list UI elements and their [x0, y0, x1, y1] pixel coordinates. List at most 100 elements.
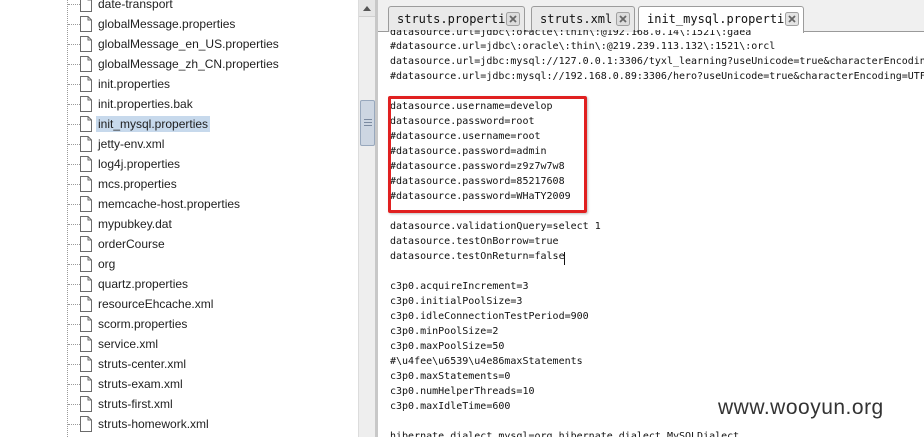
file-icon — [80, 136, 92, 152]
tree-item-label: struts-exam.xml — [98, 377, 183, 391]
tree-item-label: init.properties.bak — [98, 97, 193, 111]
close-icon[interactable] — [616, 12, 630, 26]
tree-item[interactable]: init.properties — [0, 74, 358, 94]
tree-item-label: jetty-env.xml — [98, 137, 165, 151]
editor-tab-bar: struts.properties struts.xml init_mysql.… — [378, 0, 924, 33]
file-icon — [80, 356, 92, 372]
tree-item[interactable]: struts-homework.xml — [0, 414, 358, 434]
code-line: c3p0.initialPoolSize=3 — [390, 296, 523, 307]
code-line: #datasource.url=jdbc:mysql://192.168.0.8… — [390, 71, 924, 82]
file-icon — [80, 56, 92, 72]
tree-item-label: orderCourse — [98, 237, 165, 251]
scroll-up-icon[interactable] — [359, 0, 375, 17]
file-icon — [80, 276, 92, 292]
tree-item-label: globalMessage_zh_CN.properties — [98, 57, 279, 71]
tree-item[interactable]: mypubkey.dat — [0, 214, 358, 234]
tab-struts-xml[interactable]: struts.xml — [531, 6, 635, 32]
tree-item-label: globalMessage_en_US.properties — [98, 37, 279, 51]
tree-item[interactable]: scorm.properties — [0, 314, 358, 334]
tree-item[interactable]: jetty-env.xml — [0, 134, 358, 154]
tree-item-label: init.properties — [98, 77, 171, 91]
file-icon — [80, 416, 92, 432]
tree-item[interactable]: globalMessage.properties — [0, 14, 358, 34]
file-icon — [80, 216, 92, 232]
close-icon[interactable] — [506, 12, 520, 26]
tree-item-label: struts-homework.xml — [98, 417, 209, 431]
tree-item-label: struts-center.xml — [98, 357, 187, 371]
tree-item[interactable]: resourceEhcache.xml — [0, 294, 358, 314]
code-line: datasource.validationQuery=select 1 — [390, 221, 601, 232]
file-icon — [80, 176, 92, 192]
tree-item[interactable]: date-transport — [0, 0, 358, 14]
file-icon — [80, 0, 92, 12]
tree-item[interactable]: init.properties.bak — [0, 94, 358, 114]
tree-item[interactable]: mcs.properties — [0, 174, 358, 194]
close-icon[interactable] — [785, 12, 799, 26]
editor-pane: struts.properties struts.xml init_mysql.… — [375, 0, 924, 437]
file-icon — [80, 76, 92, 92]
code-line: c3p0.maxPoolSize=50 — [390, 341, 505, 352]
file-icon — [80, 336, 92, 352]
file-icon — [80, 396, 92, 412]
tab-init-mysql-properties[interactable]: init_mysql.properties — [638, 6, 804, 33]
tree-item[interactable]: orderCourse — [0, 234, 358, 254]
code-line: c3p0.idleConnectionTestPeriod=900 — [390, 311, 589, 322]
code-line: datasource.testOnBorrow=true — [390, 236, 559, 247]
tree-item[interactable]: org — [0, 254, 358, 274]
file-icon — [80, 96, 92, 112]
code-line: datasource.url=jdbc:mysql://127.0.0.1:33… — [390, 56, 924, 67]
tree-item[interactable]: struts-center.xml — [0, 354, 358, 374]
tree-item[interactable]: init_mysql.properties — [0, 114, 358, 134]
code-line: datasource.testOnReturn=false — [390, 251, 565, 262]
code-line: c3p0.maxStatements=0 — [390, 371, 511, 382]
tree-list: date-transport globalMessage.properties gl… — [0, 0, 358, 434]
tab-struts-properties[interactable]: struts.properties — [388, 6, 525, 32]
tree-item-label: date-transport — [98, 0, 173, 11]
tree-item-label: init_mysql.properties — [96, 116, 211, 132]
file-icon — [80, 156, 92, 172]
file-icon — [80, 296, 92, 312]
tree-item[interactable]: memcache-host.properties — [0, 194, 358, 214]
code-text-area[interactable]: datasource.url=jdbc\:oracle\:thin\:@192.… — [390, 30, 924, 437]
scrollbar-thumb[interactable] — [360, 100, 375, 146]
code-line: #\u4fee\u6539\u4e86maxStatements — [390, 356, 583, 367]
file-tree: date-transport globalMessage.properties gl… — [0, 0, 358, 437]
tree-item[interactable]: log4j.properties — [0, 154, 358, 174]
tree-item-label: log4j.properties — [98, 157, 181, 171]
file-icon — [80, 316, 92, 332]
tree-item[interactable]: quartz.properties — [0, 274, 358, 294]
tree-item-label: resourceEhcache.xml — [98, 297, 214, 311]
tree-item[interactable]: globalMessage_zh_CN.properties — [0, 54, 358, 74]
tree-item[interactable]: struts-first.xml — [0, 394, 358, 414]
code-line: c3p0.acquireIncrement=3 — [390, 281, 529, 292]
tree-item[interactable]: struts-exam.xml — [0, 374, 358, 394]
file-icon — [80, 376, 92, 392]
tree-item-label: mcs.properties — [98, 177, 177, 191]
tree-item-label: globalMessage.properties — [98, 17, 236, 31]
tree-item-label: mypubkey.dat — [98, 217, 172, 231]
file-icon — [80, 16, 92, 32]
tree-item-label: struts-first.xml — [98, 397, 173, 411]
tree-item-label: memcache-host.properties — [98, 197, 241, 211]
tree-item-label: scorm.properties — [98, 317, 188, 331]
tab-label: struts.properties — [397, 12, 520, 26]
tab-label: struts.xml — [540, 12, 613, 26]
tree-item-label: quartz.properties — [98, 277, 189, 291]
file-icon — [80, 116, 92, 132]
watermark: www.wooyun.org — [718, 396, 884, 419]
tree-item[interactable]: globalMessage_en_US.properties — [0, 34, 358, 54]
file-icon — [80, 36, 92, 52]
file-icon — [80, 256, 92, 272]
tab-label: init_mysql.properties — [647, 12, 799, 26]
tree-scrollbar[interactable] — [358, 0, 375, 437]
file-icon — [80, 236, 92, 252]
text-caret — [564, 252, 565, 265]
tree-item[interactable]: service.xml — [0, 334, 358, 354]
code-line: hibernate.dialect.mysql=org.hibernate.di… — [390, 431, 740, 437]
code-line: datasource.url=jdbc\:oracle\:thin\:@192.… — [390, 30, 752, 38]
credentials-highlight-box — [388, 96, 587, 213]
code-line: #datasource.url=jdbc\:oracle\:thin\:@219… — [390, 41, 776, 52]
tree-item-label: service.xml — [98, 337, 159, 351]
code-line: c3p0.minPoolSize=2 — [390, 326, 499, 337]
